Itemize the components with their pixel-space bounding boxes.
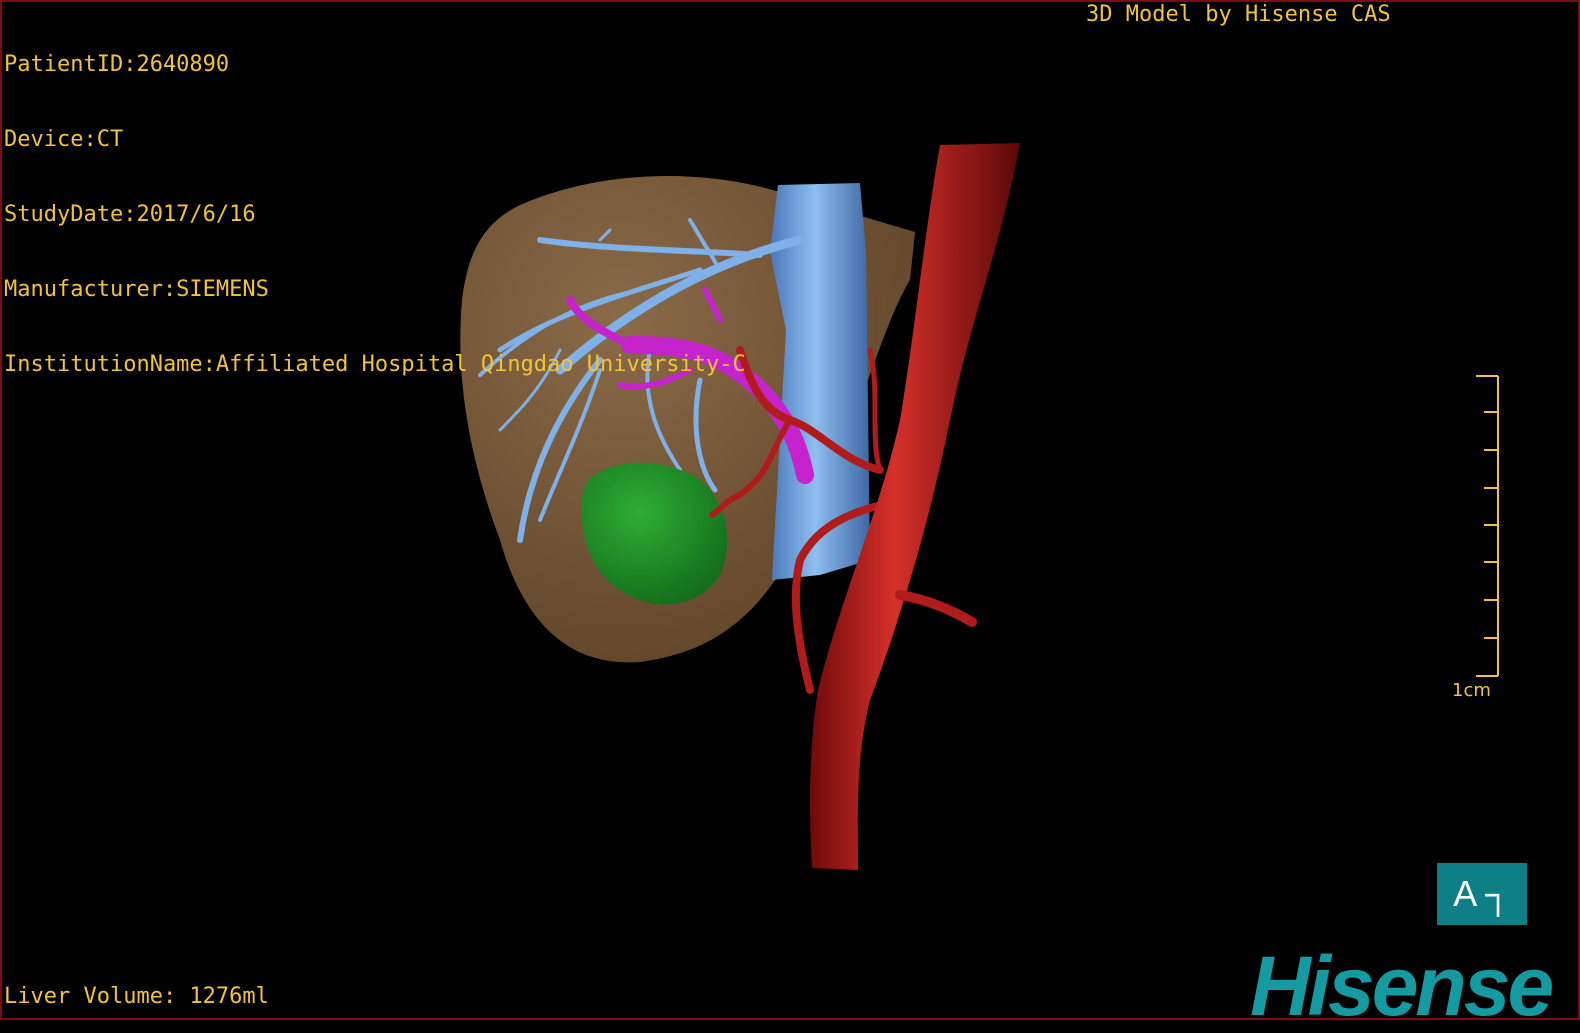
orientation-indicator[interactable]: A ┐ xyxy=(1437,863,1527,925)
dicom-info-overlay: PatientID:2640890 Device:CT StudyDate:20… xyxy=(4,2,746,402)
scale-bar-label: 1cm xyxy=(1452,680,1491,701)
institution-text: InstitutionName:Affiliated Hospital Qing… xyxy=(4,352,746,377)
study-date-text: StudyDate:2017/6/16 xyxy=(4,202,256,227)
hisense-logo: Hisense xyxy=(1250,939,1554,1033)
liver-volume-text: Liver Volume: 1276ml xyxy=(4,984,269,1009)
device-text: Device:CT xyxy=(4,127,124,152)
renal-artery-branch xyxy=(895,590,977,627)
patient-id-text: PatientID:2640890 xyxy=(4,52,230,77)
manufacturer-text: Manufacturer:SIEMENS xyxy=(4,277,269,302)
model-credit-text: 3D Model by Hisense CAS xyxy=(1086,2,1391,27)
scale-bar xyxy=(1476,375,1499,677)
